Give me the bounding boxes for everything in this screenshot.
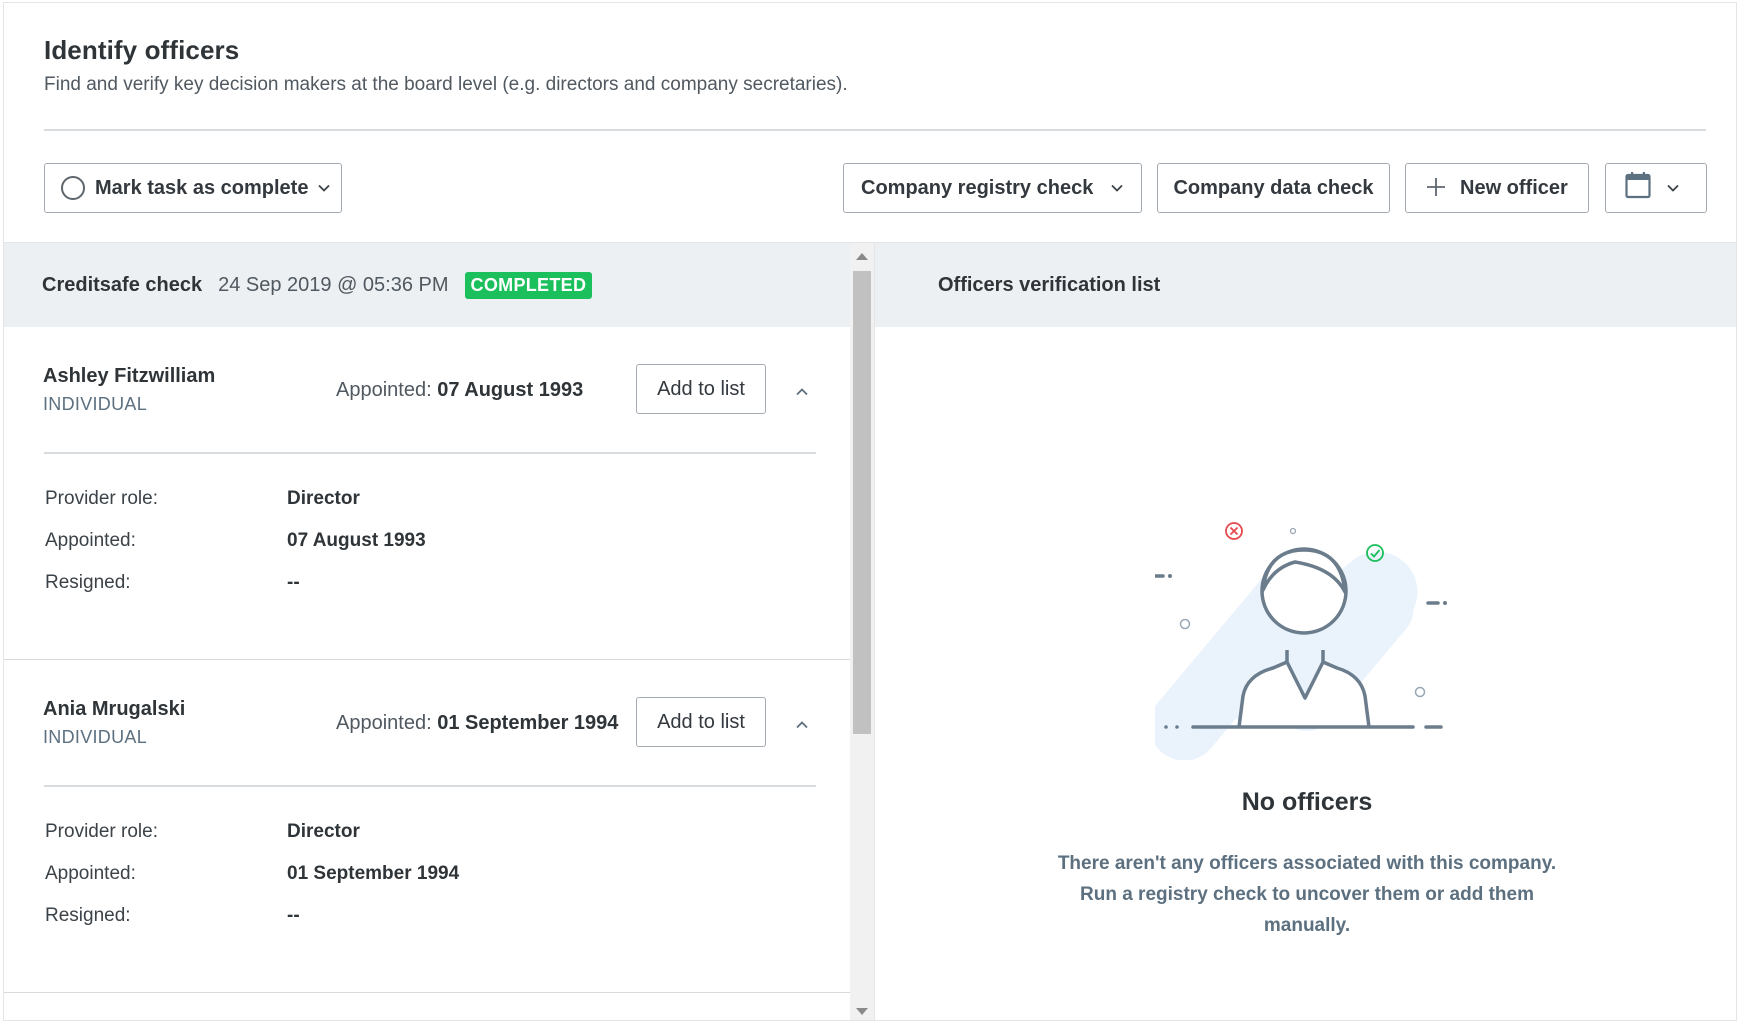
officer-name: Ashley Fitzwilliam [43, 365, 216, 387]
add-to-list-button[interactable]: Add to list [636, 697, 766, 747]
mark-task-complete-label: Mark task as complete [95, 176, 309, 199]
status-badge: COMPLETED [464, 271, 593, 299]
detail-value: -- [287, 905, 300, 926]
scroll-down-arrow[interactable] [856, 1008, 868, 1015]
detail-value: 07 August 1993 [287, 530, 426, 551]
scrollbar-thumb[interactable] [853, 271, 871, 734]
detail-label: Appointed: [45, 863, 136, 884]
officer-appointed: Appointed: 01 September 1994 [336, 712, 618, 735]
officer-type: INDIVIDUAL [43, 727, 148, 747]
officers-page: Identify officers Find and verify key de… [3, 2, 1737, 1021]
plus-icon [1426, 173, 1446, 203]
chevron-down-icon [1111, 184, 1123, 192]
empty-state-title: No officers [1241, 788, 1373, 816]
check-header: Creditsafe check 24 Sep 2019 @ 05:36 PM … [4, 243, 874, 327]
chevron-up-icon[interactable] [796, 716, 808, 734]
detail-label: Provider role: [45, 821, 158, 842]
detail-value: Director [287, 488, 360, 509]
add-to-list-button[interactable]: Add to list [636, 364, 766, 414]
chevron-down-icon [1667, 184, 1679, 192]
officer-appointed-date: 01 September 1994 [437, 712, 619, 734]
check-date: 24 Sep 2019 @ 05:36 PM [218, 273, 449, 296]
detail-label: Appointed: [45, 530, 136, 551]
new-officer-button[interactable]: New officer [1405, 163, 1589, 213]
officer-type: INDIVIDUAL [43, 394, 148, 414]
officer-appointed-label: Appointed: [336, 379, 432, 401]
company-registry-check-button[interactable]: Company registry check [843, 163, 1142, 213]
officer-divider [44, 785, 816, 787]
check-name: Creditsafe check [42, 273, 203, 296]
calendar-icon [1625, 171, 1651, 205]
verification-list-title: Officers verification list [875, 243, 1736, 327]
chevron-up-icon[interactable] [796, 383, 808, 401]
page-title: Identify officers [44, 35, 240, 65]
company-data-check-label: Company data check [1173, 176, 1374, 199]
empty-officers-illustration [1149, 510, 1455, 765]
new-officer-label: New officer [1460, 176, 1568, 199]
header-divider [44, 129, 1706, 131]
officer-card: Ania Mrugalski INDIVIDUAL Appointed: 01 … [4, 660, 850, 993]
officer-appointed: Appointed: 07 August 1993 [336, 379, 583, 402]
mark-task-complete-button[interactable]: Mark task as complete [44, 163, 342, 213]
verification-list-panel: Officers verification list No officers T… [874, 242, 1736, 1020]
empty-state-text: There aren't any officers associated wit… [1057, 853, 1557, 936]
scroll-up-arrow[interactable] [856, 253, 868, 260]
detail-value: -- [287, 572, 300, 593]
chevron-down-icon [318, 184, 331, 192]
page-subtitle: Find and verify key decision makers at t… [44, 74, 848, 95]
officer-divider [44, 452, 816, 454]
officer-appointed-date: 07 August 1993 [437, 379, 584, 401]
company-registry-check-label: Company registry check [861, 176, 1094, 199]
officer-name: Ania Mrugalski [43, 698, 186, 720]
detail-value: 01 September 1994 [287, 863, 460, 884]
detail-label: Resigned: [45, 905, 131, 926]
officer-appointed-label: Appointed: [336, 712, 432, 734]
detail-value: Director [287, 821, 360, 842]
provider-results-panel: Creditsafe check 24 Sep 2019 @ 05:36 PM … [4, 242, 874, 1020]
company-data-check-button[interactable]: Company data check [1157, 163, 1390, 213]
officer-card: Ashley Fitzwilliam INDIVIDUAL Appointed:… [4, 327, 850, 660]
detail-label: Resigned: [45, 572, 131, 593]
detail-label: Provider role: [45, 488, 158, 509]
circle-icon [61, 176, 85, 200]
date-filter-button[interactable] [1605, 163, 1707, 213]
